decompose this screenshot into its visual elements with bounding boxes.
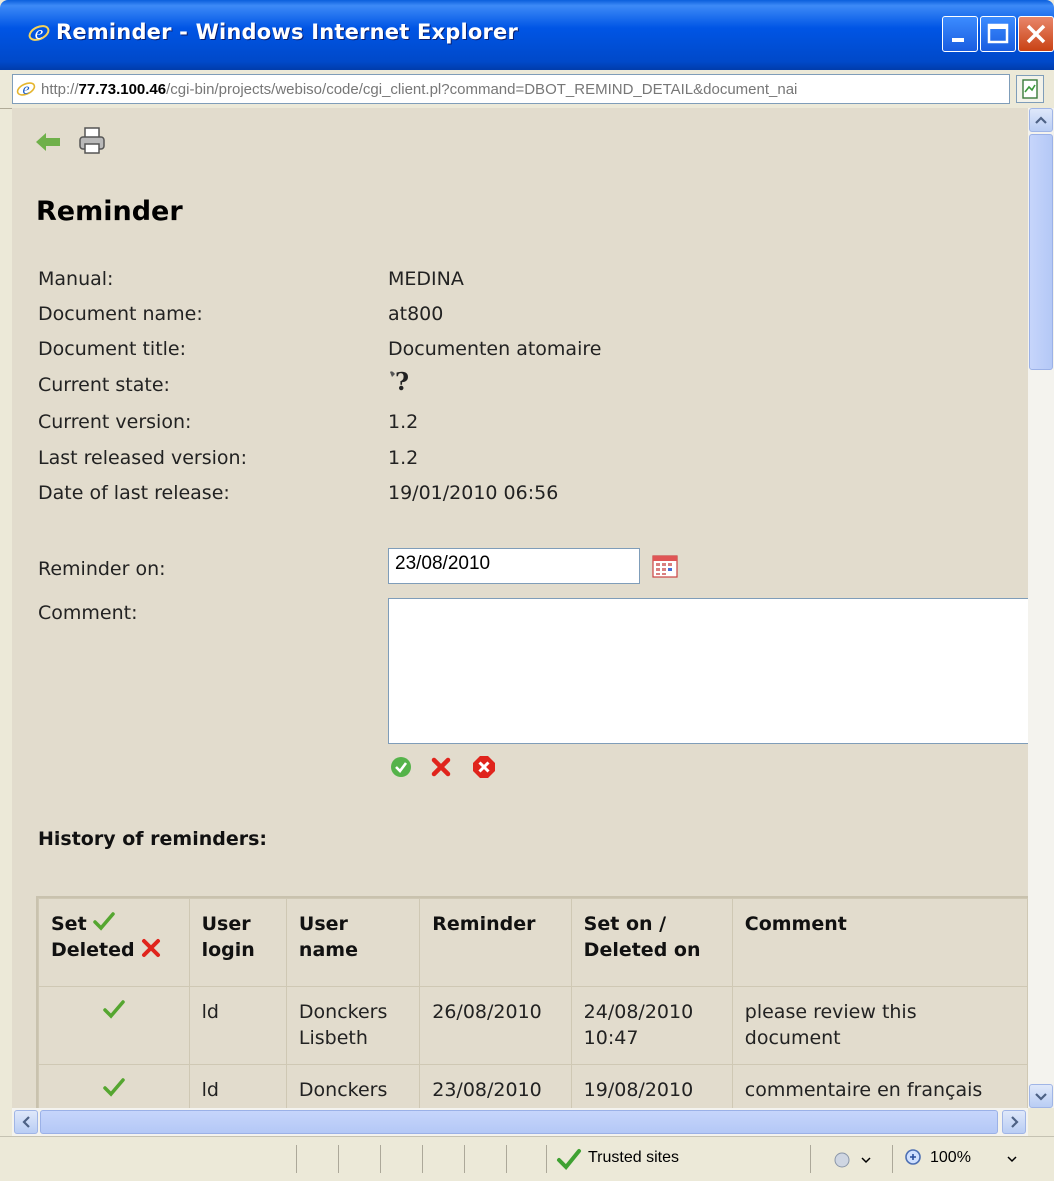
- table-row: ld Donckers 23/08/2010 19/08/2010 commen…: [38, 1064, 1028, 1108]
- current-version-value: 1.2: [388, 411, 419, 433]
- zoom-level[interactable]: 100%: [930, 1149, 971, 1167]
- document-title-value: Documenten atomaire: [388, 338, 602, 360]
- user-name-cell: Donckers: [285, 1064, 421, 1108]
- svg-text:?: ?: [395, 368, 409, 396]
- deleted-header: Deleted: [51, 939, 135, 961]
- comment-textarea[interactable]: [388, 598, 1028, 744]
- security-zone-text: Trusted sites: [588, 1149, 679, 1166]
- scroll-right-button[interactable]: [1002, 1110, 1026, 1134]
- browser-window: e Reminder - Windows Internet Explorer e…: [0, 0, 1054, 1181]
- date-last-release-value: 19/01/2010 06:56: [388, 482, 559, 504]
- set-on-cell: 24/08/2010 10:47: [570, 986, 733, 1065]
- delete-icon[interactable]: [472, 755, 496, 779]
- printer-icon[interactable]: [78, 126, 106, 156]
- close-icon: [1026, 24, 1046, 44]
- vertical-scrollbar[interactable]: [1028, 108, 1054, 1108]
- user-login-header: User login: [188, 898, 287, 987]
- calendar-icon[interactable]: [652, 554, 678, 578]
- comment-cell: commentaire en français: [731, 1064, 1028, 1108]
- chevron-right-icon: [1011, 1116, 1019, 1128]
- protected-mode-icon[interactable]: [832, 1149, 872, 1171]
- history-table: Set Deleted User login User name Reminde…: [36, 896, 1028, 1108]
- document-name-label: Document name:: [38, 303, 203, 325]
- scroll-left-button[interactable]: [14, 1110, 38, 1134]
- address-bar: e http://77.73.100.46/cgi-bin/projects/w…: [0, 70, 1054, 109]
- set-check-icon: [93, 912, 116, 931]
- comment-cell: please review this document: [731, 986, 1028, 1065]
- current-state-label: Current state:: [38, 374, 170, 396]
- url-field[interactable]: e http://77.73.100.46/cgi-bin/projects/w…: [12, 74, 1010, 104]
- ie-logo-icon: e: [28, 23, 50, 44]
- set-deleted-header: Set Deleted: [38, 898, 190, 987]
- chevron-left-icon: [22, 1116, 30, 1128]
- back-arrow-icon[interactable]: [34, 130, 62, 154]
- set-check-icon: [103, 1000, 125, 1019]
- current-version-label: Current version:: [38, 411, 192, 433]
- reminder-cell: 23/08/2010: [419, 1064, 572, 1108]
- date-last-release-label: Date of last release:: [38, 482, 230, 504]
- url-text: http://77.73.100.46/cgi-bin/projects/web…: [41, 81, 798, 98]
- table-header-row: Set Deleted User login User name Reminde…: [38, 898, 1028, 987]
- page-title: Reminder: [36, 196, 183, 227]
- svg-text:e: e: [22, 81, 29, 98]
- close-window-button[interactable]: [1018, 16, 1054, 52]
- set-header: Set: [51, 913, 87, 935]
- last-released-version-label: Last released version:: [38, 447, 247, 469]
- document-name-value: at800: [388, 303, 444, 325]
- page-icon: [1022, 79, 1038, 99]
- minimize-icon: [952, 38, 964, 42]
- compat-view-button[interactable]: [1016, 75, 1044, 103]
- trusted-check-icon: [557, 1149, 581, 1170]
- horizontal-scrollbar[interactable]: [12, 1108, 1028, 1136]
- history-heading: History of reminders:: [38, 828, 268, 850]
- chevron-down-icon: [1035, 1093, 1047, 1101]
- unknown-state-icon: ?: [390, 368, 409, 396]
- page-content: Reminder Manual: MEDINA Document name: a…: [12, 108, 1028, 1108]
- set-on-cell: 19/08/2010: [570, 1064, 733, 1108]
- user-name-header: User name: [285, 898, 421, 987]
- reminder-date-input[interactable]: 23/08/2010: [388, 548, 640, 584]
- status-cell: [38, 986, 190, 1065]
- page-ie-icon: e: [16, 81, 36, 98]
- minimize-button[interactable]: [942, 16, 978, 52]
- document-title-label: Document title:: [38, 338, 187, 360]
- user-login-cell: ld: [188, 1064, 287, 1108]
- reminder-cell: 26/08/2010: [419, 986, 572, 1065]
- status-cell: [38, 1064, 190, 1108]
- set-check-icon: [103, 1078, 125, 1097]
- title-bar[interactable]: e Reminder - Windows Internet Explorer: [0, 0, 1054, 70]
- deleted-x-icon: [142, 939, 161, 957]
- svg-text:e: e: [35, 23, 43, 44]
- scroll-down-button[interactable]: [1029, 1084, 1053, 1108]
- confirm-icon[interactable]: [390, 756, 412, 778]
- maximize-button[interactable]: [980, 16, 1016, 52]
- reminder-header: Reminder: [419, 898, 572, 987]
- horizontal-scroll-thumb[interactable]: [40, 1110, 998, 1134]
- manual-value: MEDINA: [388, 268, 464, 290]
- window-title: Reminder - Windows Internet Explorer: [56, 20, 519, 44]
- maximize-icon: [987, 23, 1009, 44]
- comment-header: Comment: [731, 898, 1028, 987]
- zoom-dropdown-icon[interactable]: [1004, 1151, 1020, 1167]
- scroll-up-button[interactable]: [1029, 108, 1053, 132]
- chevron-up-icon: [1035, 116, 1047, 124]
- last-released-version-value: 1.2: [388, 447, 419, 469]
- vertical-scroll-thumb[interactable]: [1029, 134, 1053, 370]
- set-on-header: Set on / Deleted on: [570, 898, 733, 987]
- comment-label: Comment:: [38, 602, 138, 624]
- manual-label: Manual:: [38, 268, 114, 290]
- cancel-x-icon[interactable]: [430, 756, 452, 778]
- scrollbar-corner: [1028, 1108, 1054, 1136]
- status-bar: Trusted sites 100%: [0, 1136, 1054, 1181]
- user-name-cell: Donckers Lisbeth: [285, 986, 421, 1065]
- table-row: ld Donckers Lisbeth 26/08/2010 24/08/201…: [38, 986, 1028, 1065]
- user-login-cell: ld: [188, 986, 287, 1065]
- zoom-icon[interactable]: [904, 1148, 926, 1170]
- reminder-on-label: Reminder on:: [38, 558, 166, 580]
